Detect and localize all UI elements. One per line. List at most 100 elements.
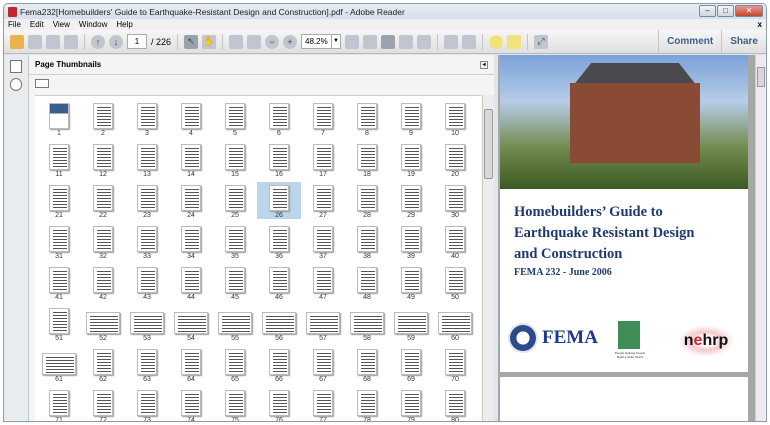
page-thumbnail-44[interactable]: 44 bbox=[169, 264, 213, 301]
chevron-down-icon[interactable]: ▼ bbox=[331, 35, 340, 48]
page-thumbnail-32[interactable]: 32 bbox=[81, 223, 125, 260]
page-thumbnail-76[interactable]: 76 bbox=[257, 387, 301, 421]
page-thumbnail-7[interactable]: 7 bbox=[301, 100, 345, 137]
page-thumbnail-6[interactable]: 6 bbox=[257, 100, 301, 137]
page-thumbnail-27[interactable]: 27 bbox=[301, 182, 345, 219]
page-thumbnail-69[interactable]: 69 bbox=[389, 346, 433, 383]
share-button[interactable]: Share bbox=[721, 30, 766, 54]
fit-width-icon[interactable] bbox=[363, 34, 378, 49]
page-thumbnail-18[interactable]: 18 bbox=[345, 141, 389, 178]
close-button[interactable]: ✕ bbox=[735, 5, 763, 17]
page-thumbnail-30[interactable]: 30 bbox=[433, 182, 477, 219]
email-icon[interactable] bbox=[64, 34, 78, 49]
comment-button[interactable]: Comment bbox=[658, 30, 721, 54]
page-thumbnail-29[interactable]: 29 bbox=[389, 182, 433, 219]
thumbnails-scrollbar[interactable] bbox=[482, 95, 494, 421]
page-thumbnail-38[interactable]: 38 bbox=[345, 223, 389, 260]
page-thumbnail-21[interactable]: 21 bbox=[37, 182, 81, 219]
page-thumbnail-62[interactable]: 62 bbox=[81, 346, 125, 383]
menu-view[interactable]: View bbox=[53, 20, 70, 29]
page-thumbnail-55[interactable]: 55 bbox=[213, 305, 257, 342]
page-thumbnail-78[interactable]: 78 bbox=[345, 387, 389, 421]
page-thumbnail-25[interactable]: 25 bbox=[213, 182, 257, 219]
page-thumbnail-8[interactable]: 8 bbox=[345, 100, 389, 137]
zoom-out-icon[interactable]: − bbox=[265, 34, 280, 49]
page-thumbnail-2[interactable]: 2 bbox=[81, 100, 125, 137]
page-thumbnail-60[interactable]: 60 bbox=[433, 305, 477, 342]
page-thumbnail-72[interactable]: 72 bbox=[81, 387, 125, 421]
page-thumbnail-67[interactable]: 67 bbox=[301, 346, 345, 383]
split-window-icon[interactable] bbox=[444, 34, 459, 49]
next-page-icon[interactable]: ↓ bbox=[109, 34, 123, 49]
page-thumbnail-57[interactable]: 57 bbox=[301, 305, 345, 342]
page-thumbnail-23[interactable]: 23 bbox=[125, 182, 169, 219]
marquee-zoom-icon[interactable] bbox=[229, 34, 244, 49]
page-thumbnail-37[interactable]: 37 bbox=[301, 223, 345, 260]
page-thumbnail-28[interactable]: 28 bbox=[345, 182, 389, 219]
page-thumbnail-59[interactable]: 59 bbox=[389, 305, 433, 342]
single-page-icon[interactable] bbox=[399, 34, 414, 49]
previous-page-icon[interactable]: ↑ bbox=[91, 34, 105, 49]
page-thumbnail-39[interactable]: 39 bbox=[389, 223, 433, 260]
page-thumbnail-53[interactable]: 53 bbox=[125, 305, 169, 342]
page-thumbnail-33[interactable]: 33 bbox=[125, 223, 169, 260]
page-thumbnail-1[interactable]: 1 bbox=[37, 100, 81, 137]
page-thumbnail-51[interactable]: 51 bbox=[37, 305, 81, 342]
page-number-input[interactable]: 1 bbox=[127, 34, 147, 49]
page-thumbnail-58[interactable]: 58 bbox=[345, 305, 389, 342]
close-document-button[interactable]: x bbox=[758, 20, 762, 29]
page-thumbnail-45[interactable]: 45 bbox=[213, 264, 257, 301]
page-thumbnail-50[interactable]: 50 bbox=[433, 264, 477, 301]
page-thumbnail-65[interactable]: 65 bbox=[213, 346, 257, 383]
page-thumbnail-70[interactable]: 70 bbox=[433, 346, 477, 383]
page-thumbnail-35[interactable]: 35 bbox=[213, 223, 257, 260]
page-thumbnail-22[interactable]: 22 bbox=[81, 182, 125, 219]
page-thumbnail-66[interactable]: 66 bbox=[257, 346, 301, 383]
highlight-icon[interactable] bbox=[507, 34, 522, 49]
page-thumbnail-9[interactable]: 9 bbox=[389, 100, 433, 137]
page-thumbnail-13[interactable]: 13 bbox=[125, 141, 169, 178]
read-mode-icon[interactable] bbox=[417, 34, 432, 49]
page-thumbnail-14[interactable]: 14 bbox=[169, 141, 213, 178]
page-thumbnail-16[interactable]: 16 bbox=[257, 141, 301, 178]
page-thumbnail-64[interactable]: 64 bbox=[169, 346, 213, 383]
page-thumbnail-46[interactable]: 46 bbox=[257, 264, 301, 301]
attachments-icon[interactable] bbox=[10, 78, 22, 91]
page-thumbnail-36[interactable]: 36 bbox=[257, 223, 301, 260]
fit-visible-icon[interactable] bbox=[462, 34, 477, 49]
select-tool-icon[interactable]: ↖ bbox=[184, 34, 199, 49]
page-thumbnail-17[interactable]: 17 bbox=[301, 141, 345, 178]
page-thumbnail-77[interactable]: 77 bbox=[301, 387, 345, 421]
page-thumbnail-49[interactable]: 49 bbox=[389, 264, 433, 301]
page-thumbnail-41[interactable]: 41 bbox=[37, 264, 81, 301]
page-thumbnail-11[interactable]: 11 bbox=[37, 141, 81, 178]
page-thumbnail-80[interactable]: 80 bbox=[433, 387, 477, 421]
page-thumbnail-40[interactable]: 40 bbox=[433, 223, 477, 260]
minimize-button[interactable]: – bbox=[699, 5, 716, 17]
page-thumbnails-icon[interactable] bbox=[10, 60, 22, 73]
page-thumbnail-75[interactable]: 75 bbox=[213, 387, 257, 421]
page-thumbnail-56[interactable]: 56 bbox=[257, 305, 301, 342]
page-thumbnail-52[interactable]: 52 bbox=[81, 305, 125, 342]
page-thumbnail-43[interactable]: 43 bbox=[125, 264, 169, 301]
page-thumbnail-5[interactable]: 5 bbox=[213, 100, 257, 137]
expand-icon[interactable]: ⤢ bbox=[534, 34, 549, 49]
page-thumbnail-15[interactable]: 15 bbox=[213, 141, 257, 178]
sticky-note-icon[interactable] bbox=[489, 34, 504, 49]
page-thumbnail-12[interactable]: 12 bbox=[81, 141, 125, 178]
fit-page-icon[interactable] bbox=[381, 34, 396, 49]
save-icon[interactable] bbox=[28, 34, 42, 49]
page-thumbnail-10[interactable]: 10 bbox=[433, 100, 477, 137]
page-thumbnail-42[interactable]: 42 bbox=[81, 264, 125, 301]
document-scrollbar[interactable] bbox=[755, 55, 766, 421]
page-thumbnail-19[interactable]: 19 bbox=[389, 141, 433, 178]
create-pdf-icon[interactable] bbox=[10, 34, 24, 49]
page-thumbnail-73[interactable]: 73 bbox=[125, 387, 169, 421]
page-thumbnail-31[interactable]: 31 bbox=[37, 223, 81, 260]
page-thumbnail-20[interactable]: 20 bbox=[433, 141, 477, 178]
zoom-select[interactable]: 48.2% ▼ bbox=[301, 34, 342, 49]
menu-file[interactable]: File bbox=[8, 20, 21, 29]
page-thumbnail-68[interactable]: 68 bbox=[345, 346, 389, 383]
page-thumbnail-26[interactable]: 26 bbox=[257, 182, 301, 219]
menu-window[interactable]: Window bbox=[79, 20, 107, 29]
